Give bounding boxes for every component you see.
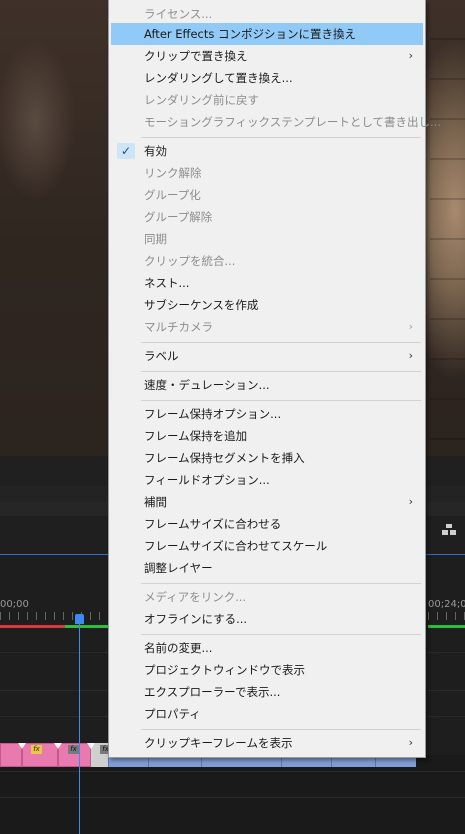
menu-item-speed-duration[interactable]: 速度・デュレーション... — [111, 374, 423, 396]
menu-item-make-subsequence[interactable]: サブシーケンスを作成 — [111, 294, 423, 316]
track-divider — [0, 771, 465, 772]
menu-item-set-to-frame-size[interactable]: フレームサイズに合わせる — [111, 513, 423, 535]
transition-marker[interactable] — [54, 743, 62, 749]
menu-item-multi-camera[interactable]: マルチカメラ › — [111, 316, 423, 338]
menu-item-add-frame-hold[interactable]: フレーム保持を追加 — [111, 425, 423, 447]
chevron-right-icon: › — [408, 736, 413, 749]
menu-item-time-interpolation[interactable]: 補間 › — [111, 491, 423, 513]
fx-badge[interactable]: fx — [31, 745, 42, 754]
menu-item-restore-unrendered[interactable]: レンダリング前に戻す — [111, 89, 423, 111]
menu-separator — [141, 137, 421, 138]
menu-item-reveal-in-explorer[interactable]: エクスプローラーで表示... — [111, 681, 423, 703]
menu-item-reveal-in-project[interactable]: プロジェクトウィンドウで表示 — [111, 659, 423, 681]
menu-item-frame-hold-options[interactable]: フレーム保持オプション... — [111, 403, 423, 425]
track-divider — [0, 797, 465, 798]
render-bar-unrendered — [0, 625, 65, 628]
timeline-ruler[interactable] — [0, 612, 110, 620]
menu-item-rename[interactable]: 名前の変更... — [111, 637, 423, 659]
menu-item-scale-to-frame-size[interactable]: フレームサイズに合わせてスケール — [111, 535, 423, 557]
menu-item-field-options[interactable]: フィールドオプション... — [111, 469, 423, 491]
clip-context-menu[interactable]: ライセンス... After Effects コンポジションに置き換え クリップ… — [108, 0, 441, 758]
menu-item-properties[interactable]: プロパティ — [111, 703, 423, 725]
menu-item-insert-frame-hold-segment[interactable]: フレーム保持セグメントを挿入 — [111, 447, 423, 469]
timeline-timecode-end: 00;24;0 — [428, 599, 465, 610]
checkmark-icon: ✓ — [117, 143, 135, 159]
timeline-timecode-start: 00;00 — [0, 599, 29, 610]
menu-item-label[interactable]: ラベル › — [111, 345, 423, 367]
menu-separator — [141, 634, 421, 635]
menu-item-merge-clips[interactable]: クリップを統合... — [111, 250, 423, 272]
menu-item-group[interactable]: グループ化 — [111, 184, 423, 206]
menu-item-link-media[interactable]: メディアをリンク... — [111, 586, 423, 608]
menu-separator — [141, 400, 421, 401]
menu-item-adjustment-layer[interactable]: 調整レイヤー — [111, 557, 423, 579]
transition-marker[interactable] — [18, 743, 26, 749]
transition-marker[interactable] — [87, 743, 95, 749]
chevron-right-icon: › — [408, 49, 413, 62]
settings-wrench-icon[interactable] — [441, 523, 457, 537]
menu-item-nest[interactable]: ネスト... — [111, 272, 423, 294]
menu-item-unlink[interactable]: リンク解除 — [111, 162, 423, 184]
menu-item-synchronize[interactable]: 同期 — [111, 228, 423, 250]
chevron-right-icon: › — [408, 495, 413, 508]
menu-item-replace-with-clip[interactable]: クリップで置き換え › — [111, 45, 423, 67]
menu-item-ungroup[interactable]: グループ解除 — [111, 206, 423, 228]
render-bar-rendered — [65, 625, 110, 628]
fx-badge[interactable]: fx — [68, 745, 79, 754]
menu-item-make-offline[interactable]: オフラインにする... — [111, 608, 423, 630]
render-bar-rendered-right — [428, 625, 465, 628]
menu-separator — [141, 729, 421, 730]
menu-item-enable[interactable]: ✓ 有効 — [111, 140, 423, 162]
menu-separator — [141, 583, 421, 584]
menu-separator — [141, 371, 421, 372]
timeline-playhead-line[interactable] — [79, 615, 80, 834]
chevron-right-icon: › — [408, 320, 413, 333]
menu-item-export-mogrt[interactable]: モーショングラフィックステンプレートとして書き出し... — [111, 111, 441, 133]
timeline-playhead[interactable] — [75, 614, 84, 624]
menu-item-show-clip-keyframes[interactable]: クリップキーフレームを表示 › — [111, 732, 423, 754]
menu-item-render-and-replace[interactable]: レンダリングして置き換え... — [111, 67, 423, 89]
menu-separator — [141, 342, 421, 343]
menu-item-license[interactable]: ライセンス... — [111, 3, 423, 25]
timeline-ruler-right[interactable] — [428, 612, 465, 620]
menu-item-replace-with-ae-comp[interactable]: After Effects コンポジションに置き換え — [111, 23, 423, 45]
chevron-right-icon: › — [408, 349, 413, 362]
